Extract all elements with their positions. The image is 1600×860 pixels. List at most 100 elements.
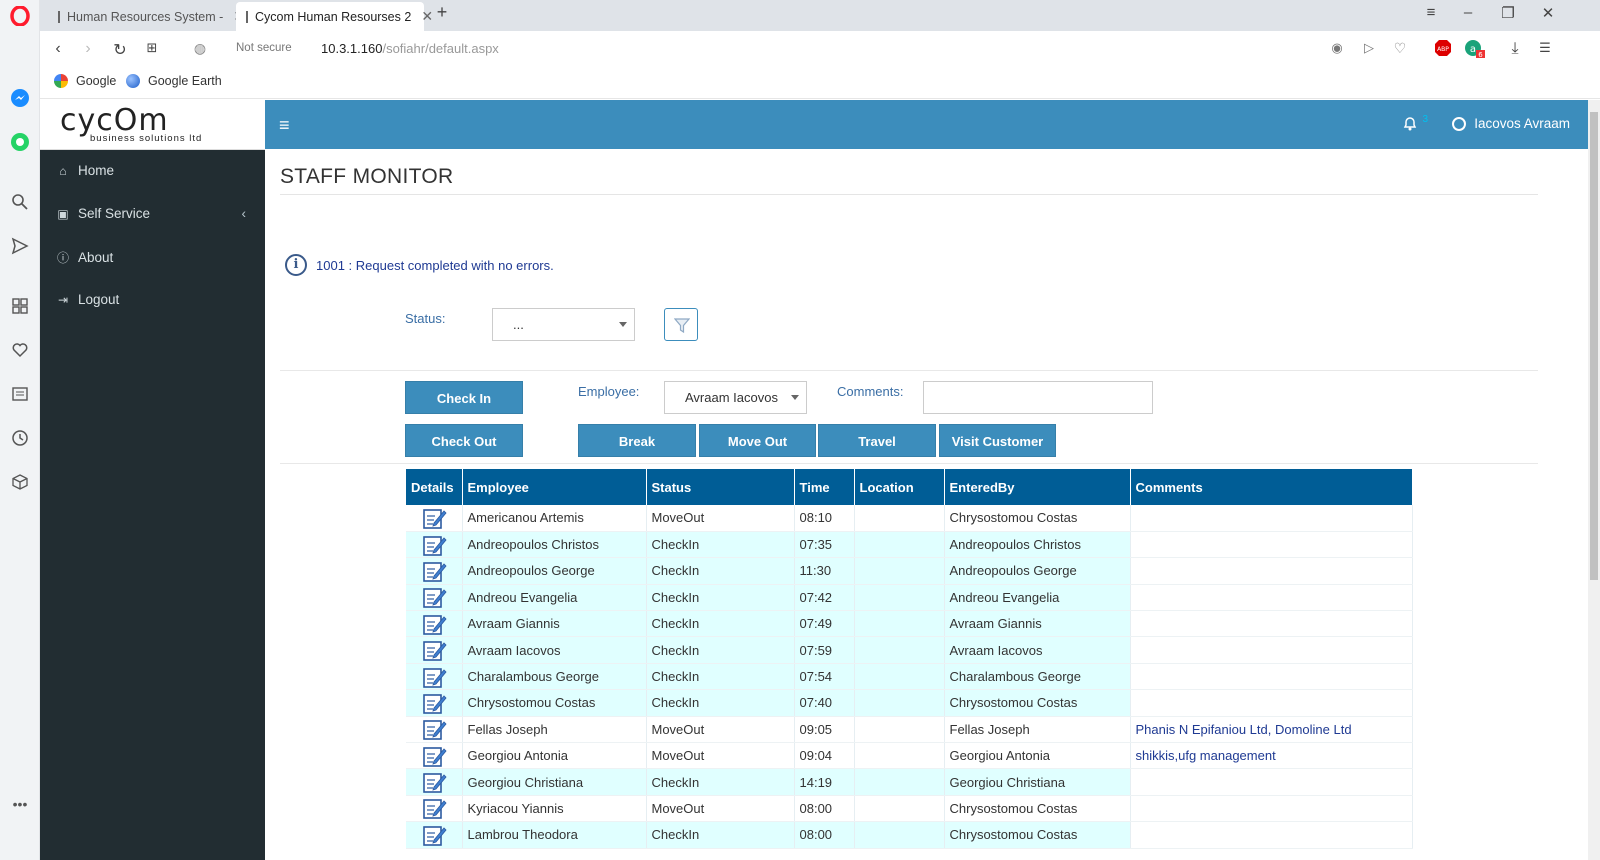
- employee-cell: Andreopoulos George: [462, 557, 647, 585]
- send-to-icon[interactable]: ▷: [1359, 40, 1379, 56]
- sidebar-item-self-service[interactable]: ▣ Self Service ‹: [56, 206, 246, 221]
- details-cell: [406, 610, 463, 638]
- edit-details-icon[interactable]: [411, 824, 457, 846]
- close-window-icon[interactable]: ✕: [1538, 4, 1558, 22]
- heart-icon[interactable]: [8, 338, 32, 362]
- table-row: Charalambous George CheckIn 07:54 Charalamb…: [406, 663, 1413, 691]
- minimize-icon[interactable]: –: [1458, 4, 1478, 21]
- location-cell: [854, 716, 945, 744]
- bookmark-google[interactable]: Google: [54, 74, 116, 88]
- status-cell: MoveOut: [646, 795, 795, 823]
- tab-bar: Human Resources System - ✕ Cycom Human R…: [40, 0, 1600, 31]
- column-header[interactable]: EnteredBy: [944, 469, 1131, 505]
- speed-dial-grid-icon[interactable]: ⊞: [142, 40, 162, 56]
- move-out-button[interactable]: Move Out: [699, 424, 816, 457]
- status-select[interactable]: ...: [492, 308, 635, 341]
- forward-icon[interactable]: ›: [78, 40, 98, 58]
- column-header[interactable]: Status: [646, 469, 795, 505]
- restore-icon[interactable]: ❐: [1498, 4, 1518, 22]
- company-logo[interactable]: cycOm business solutions ltd: [40, 100, 265, 150]
- edit-details-icon[interactable]: [411, 745, 457, 767]
- speed-dial-icon[interactable]: [8, 294, 32, 318]
- details-cell: [406, 505, 463, 532]
- entered-by-cell: Georgiou Christiana: [944, 768, 1131, 796]
- scrollbar-thumb[interactable]: [1590, 112, 1598, 580]
- sidebar-item-logout[interactable]: ⇥ Logout: [56, 292, 119, 307]
- column-header[interactable]: Details: [406, 469, 463, 505]
- tab-cycom-human-resources[interactable]: Cycom Human Resourses 2 ✕: [236, 2, 433, 31]
- comments-cell: [1130, 689, 1413, 717]
- comments-cell: [1130, 795, 1413, 823]
- column-header[interactable]: Employee: [462, 469, 647, 505]
- back-icon[interactable]: ‹: [48, 40, 68, 58]
- comments-input[interactable]: [923, 381, 1153, 414]
- history-icon[interactable]: [8, 426, 32, 450]
- security-indicator[interactable]: Not secure: [236, 42, 292, 54]
- extensions-cube-icon[interactable]: [8, 470, 32, 494]
- travel-button[interactable]: Travel: [818, 424, 936, 457]
- new-tab-icon[interactable]: +: [432, 2, 452, 23]
- time-cell: 09:04: [794, 742, 855, 770]
- time-cell: 08:10: [794, 505, 855, 532]
- status-cell: MoveOut: [646, 505, 795, 532]
- edit-details-icon[interactable]: [411, 692, 457, 714]
- news-icon[interactable]: [8, 382, 32, 406]
- break-button[interactable]: Break: [578, 424, 696, 457]
- search-icon[interactable]: [8, 190, 32, 214]
- column-header[interactable]: Time: [794, 469, 855, 505]
- edit-details-icon[interactable]: [411, 666, 457, 688]
- extension-badge-icon[interactable]: a6: [1464, 39, 1485, 64]
- filter-button[interactable]: [664, 308, 698, 341]
- menu-toggle-icon[interactable]: ≡: [279, 115, 290, 136]
- bookmark-heart-icon[interactable]: ♡: [1390, 40, 1410, 57]
- tab-human-resources[interactable]: Human Resources System - ✕: [48, 2, 245, 31]
- details-cell: [406, 557, 463, 585]
- check-out-button[interactable]: Check Out: [405, 424, 523, 457]
- snapshot-camera-icon[interactable]: ◉: [1327, 40, 1347, 56]
- bookmark-google-earth[interactable]: Google Earth: [126, 74, 222, 88]
- downloads-icon[interactable]: ⤓: [1505, 40, 1525, 58]
- visit-customer-button[interactable]: Visit Customer: [939, 424, 1056, 457]
- page-scrollbar[interactable]: [1588, 100, 1600, 860]
- sidebar-item-home[interactable]: ⌂ Home: [56, 163, 114, 178]
- tab-menu-icon[interactable]: ≡: [1421, 4, 1441, 21]
- location-cell: [854, 663, 945, 691]
- status-cell: CheckIn: [646, 821, 795, 849]
- table-row: Fellas Joseph MoveOut 09:05 Fellas Joseph Ph…: [406, 716, 1413, 744]
- employee-select[interactable]: Avraam Iacovos: [664, 381, 807, 414]
- edit-details-icon[interactable]: [411, 718, 457, 741]
- opera-logo-icon[interactable]: [8, 4, 32, 28]
- table-row: Americanou Artemis MoveOut 08:10 Chrysostom…: [406, 505, 1413, 532]
- time-cell: 08:00: [794, 795, 855, 823]
- bell-icon[interactable]: [1402, 115, 1418, 136]
- edit-details-icon[interactable]: [411, 639, 457, 661]
- contact-card-icon: ▣: [57, 206, 69, 221]
- edit-details-icon[interactable]: [411, 534, 457, 556]
- edit-details-icon[interactable]: [411, 560, 457, 582]
- easy-setup-icon[interactable]: ☰: [1535, 40, 1555, 56]
- table-row: Lambrou Theodora CheckIn 08:00 Chrysostomou…: [406, 821, 1413, 849]
- location-cell: [854, 768, 945, 796]
- column-header[interactable]: Comments: [1130, 469, 1413, 505]
- url-field[interactable]: 10.3.1.160/sofiahr/default.aspx: [321, 41, 499, 56]
- sidebar-item-about[interactable]: ⓘ About: [56, 249, 113, 266]
- edit-details-icon[interactable]: [411, 586, 457, 609]
- messenger-icon[interactable]: [8, 86, 32, 110]
- edit-details-icon[interactable]: [411, 613, 457, 635]
- column-header[interactable]: Location: [854, 469, 945, 505]
- more-icon[interactable]: •••: [8, 792, 32, 816]
- edit-details-icon[interactable]: [411, 507, 457, 529]
- send-icon[interactable]: [8, 234, 32, 258]
- adblock-icon[interactable]: ABP: [1433, 39, 1453, 62]
- employee-cell: Georgiou Christiana: [462, 768, 647, 796]
- whatsapp-icon[interactable]: [8, 130, 32, 154]
- globe-icon[interactable]: ◍: [190, 40, 210, 57]
- edit-details-icon[interactable]: [411, 771, 457, 793]
- check-in-button[interactable]: Check In: [405, 381, 523, 414]
- google-earth-icon: [126, 74, 140, 88]
- table-row: Avraam Giannis CheckIn 07:49 Avraam Giannis: [406, 610, 1413, 638]
- time-cell: 07:40: [794, 689, 855, 717]
- reload-icon[interactable]: ↻: [110, 40, 130, 60]
- user-menu[interactable]: Iacovos Avraam: [1452, 116, 1570, 131]
- edit-details-icon[interactable]: [411, 797, 457, 820]
